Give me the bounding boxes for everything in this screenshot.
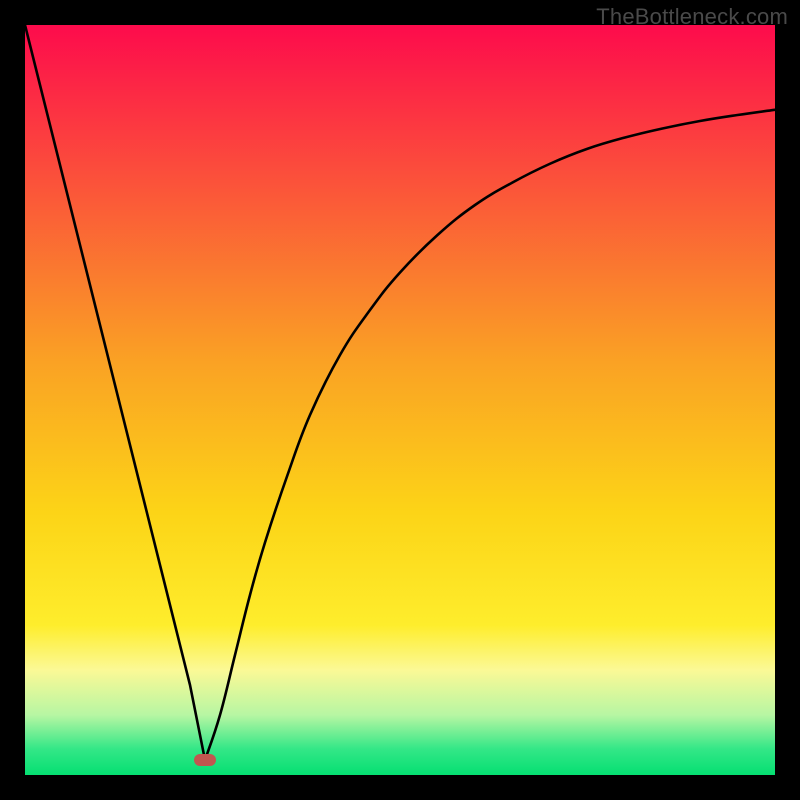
chart-frame (25, 25, 775, 775)
curve-line (25, 25, 775, 775)
bottleneck-marker (194, 754, 216, 766)
watermark-text: TheBottleneck.com (596, 4, 788, 30)
